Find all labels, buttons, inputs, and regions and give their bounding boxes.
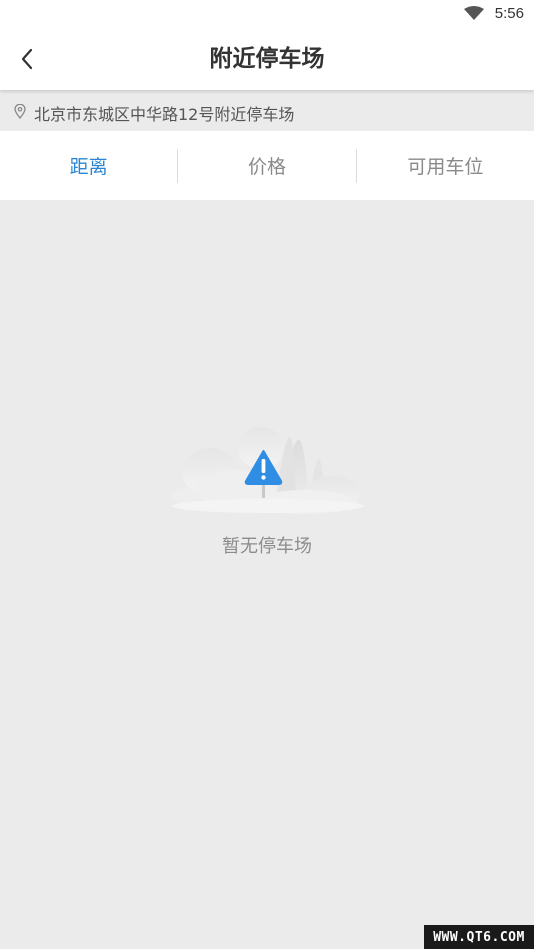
location-bar: 北京市东城区中华路12号附近停车场 [0,92,534,130]
ground-shadow [172,499,364,513]
wifi-icon [464,6,484,20]
watermark: WWW.QT6.COM [424,925,534,949]
chevron-left-icon [21,48,33,70]
back-button[interactable] [6,38,48,80]
tab-available-spaces[interactable]: 可用车位 [357,131,534,200]
location-pin-icon [14,104,26,119]
tab-distance[interactable]: 距离 [0,131,177,200]
status-bar: 5:56 [0,0,534,28]
empty-state-message: 暂无停车场 [222,536,312,557]
location-address: 北京市东城区中华路12号附近停车场 [34,105,295,124]
status-time: 5:56 [494,5,524,22]
empty-state-illustration [172,427,364,514]
app-bar: 附近停车场 [0,28,534,90]
page-title: 附近停车场 [209,46,325,72]
tab-price[interactable]: 价格 [178,131,355,200]
sort-tabs: 距离 价格 可用车位 [0,131,534,200]
